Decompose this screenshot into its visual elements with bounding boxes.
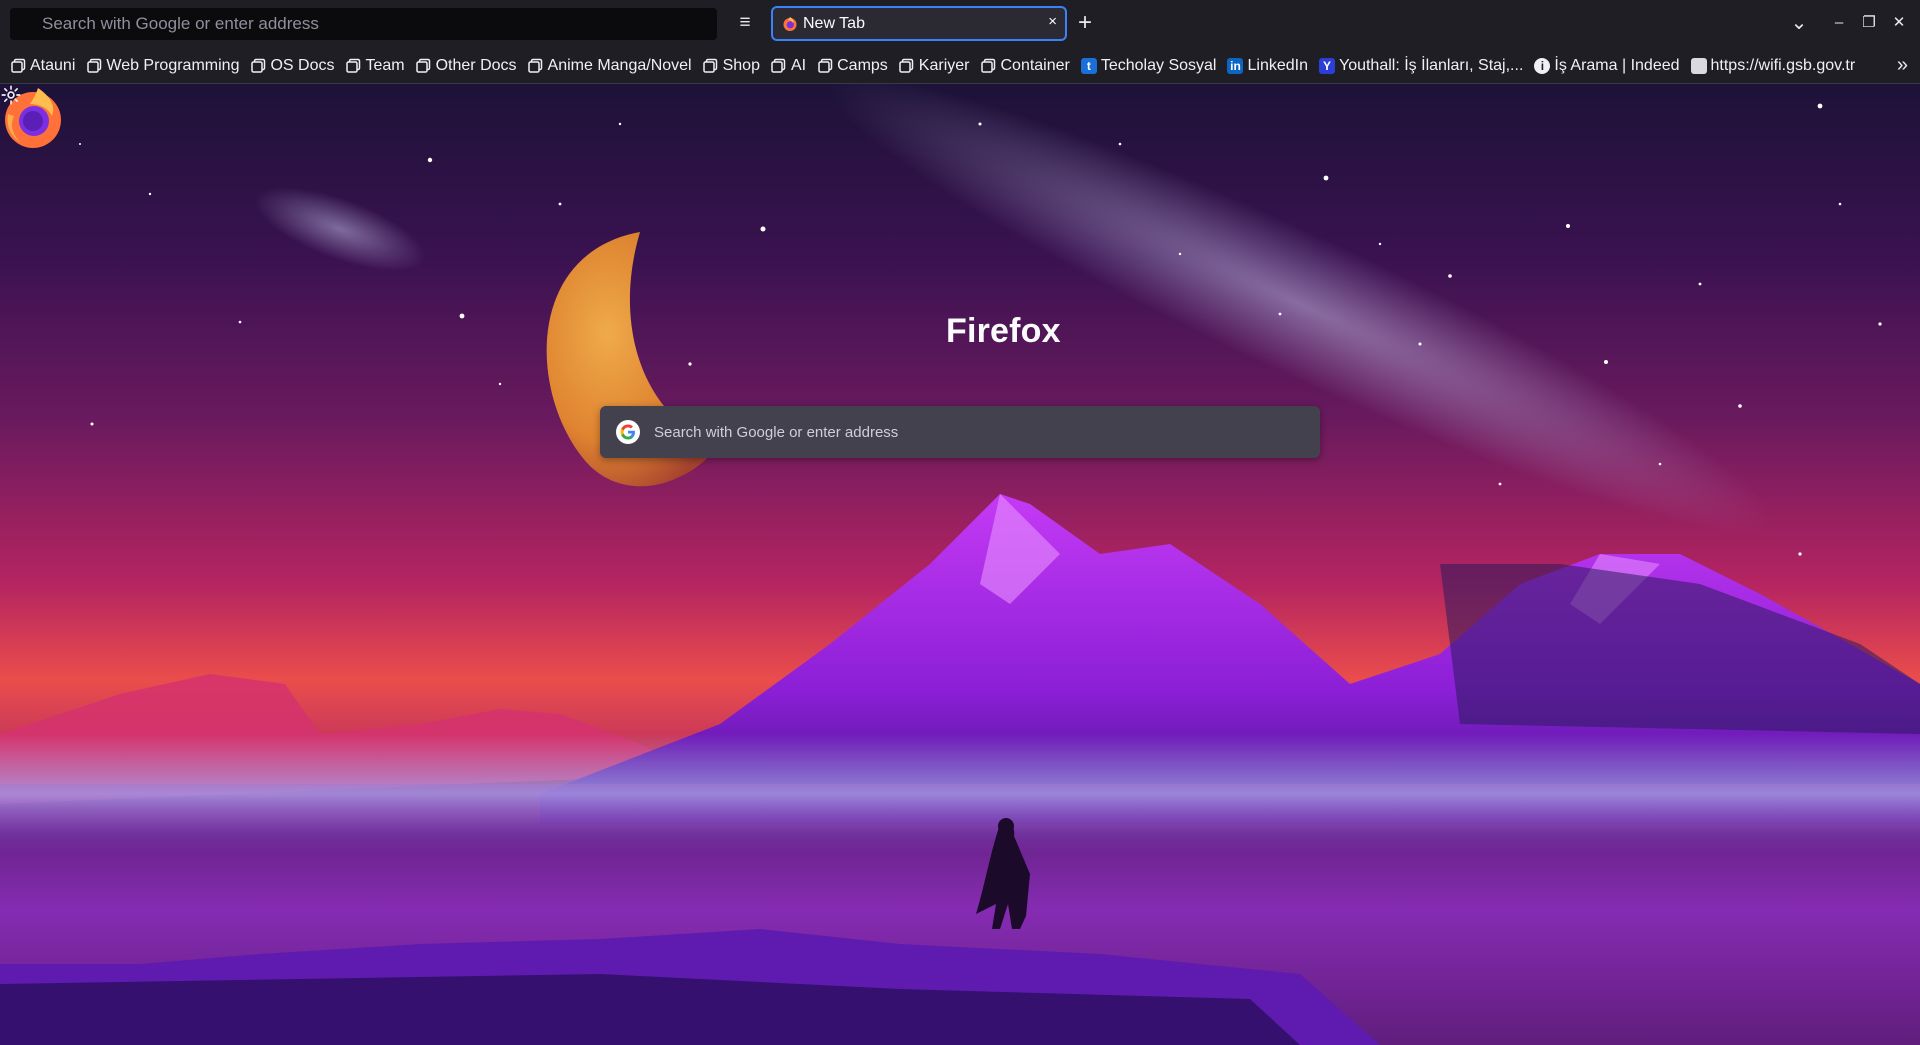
gsb-favicon — [1690, 57, 1707, 74]
bookmark-label: Atauni — [30, 56, 76, 74]
techolay-favicon: t — [1080, 57, 1097, 74]
address-input[interactable] — [10, 8, 717, 40]
gear-icon[interactable] — [0, 84, 22, 106]
youthall-favicon: Y — [1318, 57, 1335, 74]
bookmark-item[interactable]: Kariyer — [899, 56, 970, 75]
bookmark-item[interactable]: t Techolay Sosyal — [1080, 56, 1217, 75]
address-bar[interactable] — [10, 8, 717, 40]
folder-icon — [703, 58, 719, 74]
new-tab-button[interactable]: + — [1078, 8, 1092, 38]
linkedin-favicon: in — [1227, 57, 1244, 74]
firefox-wordmark: Firefox — [946, 312, 1061, 350]
folder-icon — [345, 58, 361, 74]
bookmark-item[interactable]: Anime Manga/Novel — [528, 57, 692, 75]
bookmark-item[interactable]: Other Docs — [416, 57, 517, 75]
bookmark-label: Container — [1000, 56, 1070, 74]
bookmark-item[interactable]: Shop — [703, 57, 760, 75]
bookmark-item[interactable]: Atauni — [10, 57, 75, 75]
bookmark-label: Shop — [722, 56, 760, 74]
bookmark-item[interactable]: Team — [345, 56, 405, 75]
close-window-button[interactable]: ✕ — [1884, 13, 1914, 31]
bookmark-item[interactable]: i İş Arama | Indeed — [1534, 56, 1680, 75]
bookmark-item[interactable]: in LinkedIn — [1227, 57, 1308, 75]
info-icon: i — [1534, 57, 1551, 74]
folder-icon — [416, 58, 432, 74]
tab-title: New Tab — [803, 15, 865, 32]
bookmark-label: Kariyer — [918, 56, 970, 74]
bookmark-label: https://wifi.gsb.gov.tr — [1710, 56, 1856, 74]
bookmark-label: LinkedIn — [1247, 56, 1308, 74]
bookmark-item[interactable]: https://wifi.gsb.gov.tr — [1690, 56, 1856, 75]
close-tab-icon[interactable]: × — [1048, 13, 1057, 30]
folder-icon — [250, 58, 266, 74]
bookmark-item[interactable]: Web Programming — [86, 57, 239, 75]
bookmark-label: Youthall: İş İlanları, Staj,... — [1338, 56, 1524, 74]
bookmark-label: AI — [790, 56, 807, 74]
bookmark-item[interactable]: Container — [980, 56, 1070, 75]
newtab-search-box[interactable] — [600, 406, 1320, 458]
folder-icon — [817, 58, 833, 74]
bookmark-label: Camps — [837, 56, 888, 74]
tab-new-tab[interactable]: New Tab × — [771, 6, 1067, 41]
bookmark-item[interactable]: AI — [771, 57, 806, 75]
folder-icon — [771, 58, 787, 74]
tab-strip: ≡ New Tab × + ⌄ – ❐ ✕ — [0, 0, 1920, 48]
bookmark-label: Techolay Sosyal — [1100, 56, 1217, 74]
bookmark-label: Team — [365, 56, 405, 74]
bookmark-label: Anime Manga/Novel — [547, 56, 692, 74]
newtab-search-input[interactable] — [652, 406, 1302, 458]
bookmarks-toolbar: Atauni Web Programming OS Docs Team Other Do… — [0, 48, 1920, 84]
bookmark-label: İş Arama | Indeed — [1554, 56, 1680, 74]
bookmark-label: Web Programming — [106, 56, 240, 74]
wallpaper-art — [0, 84, 1920, 1045]
folder-icon — [528, 58, 544, 74]
bookmark-item[interactable]: Y Youthall: İş İlanları, Staj,... — [1318, 56, 1524, 75]
bookmark-label: OS Docs — [270, 56, 335, 74]
folder-icon — [86, 58, 102, 74]
folder-icon — [980, 58, 996, 74]
bookmarks-overflow-icon[interactable]: » — [1897, 54, 1908, 77]
hamburger-icon[interactable]: ≡ — [733, 10, 757, 36]
new-tab-wallpaper: Firefox — [0, 84, 1920, 1045]
window-controls: ⌄ – ❐ ✕ — [1784, 0, 1920, 44]
restore-button[interactable]: ❐ — [1854, 13, 1884, 31]
folder-icon — [10, 58, 26, 74]
minimize-button[interactable]: – — [1824, 14, 1854, 31]
folder-icon — [899, 58, 915, 74]
firefox-icon — [783, 17, 797, 31]
bookmark-item[interactable]: OS Docs — [250, 57, 334, 75]
bookmark-item[interactable]: Camps — [817, 57, 888, 75]
list-all-tabs-icon[interactable]: ⌄ — [1784, 10, 1814, 35]
bookmark-label: Other Docs — [435, 56, 517, 74]
google-icon — [616, 420, 640, 444]
